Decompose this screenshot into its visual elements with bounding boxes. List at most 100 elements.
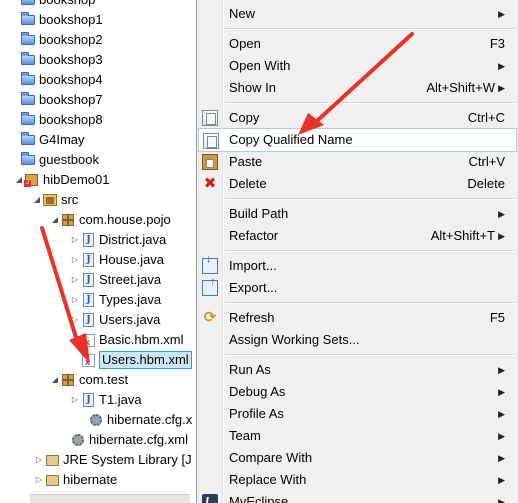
menu-item-label: Import... — [229, 258, 277, 273]
tree-item-street-java[interactable]: ▷ J Street.java — [70, 270, 161, 290]
menu-item-copy[interactable]: Copy Ctrl+C — [198, 107, 517, 129]
paste-icon — [202, 154, 218, 170]
tree-expand-toggle[interactable] — [10, 10, 20, 30]
expand-triangle-icon[interactable]: ▷ — [70, 290, 80, 310]
tree-item-bookshop[interactable]: bookshop — [10, 0, 95, 10]
submenu-arrow-icon: ▶ — [498, 431, 505, 441]
menu-item-shortcut: F3 — [489, 36, 505, 51]
collapse-triangle-icon[interactable]: ◢ — [50, 370, 60, 390]
expand-triangle-icon[interactable]: ▷ — [70, 230, 80, 250]
menu-item-label: Replace With — [229, 472, 307, 487]
menu-item-myeclipse[interactable]: MyEclipse ▶ — [198, 491, 517, 503]
tree-item-package-com-test[interactable]: ◢ com.test — [50, 370, 128, 390]
menu-item-profile-as[interactable]: Profile As ▶ — [198, 403, 517, 425]
tree-item-bookshop7[interactable]: bookshop7 — [10, 90, 103, 110]
tree-item-bookshop8[interactable]: bookshop8 — [10, 110, 103, 130]
tree-item-guestbook[interactable]: guestbook — [10, 150, 99, 170]
tree-item-label: District.java — [99, 232, 167, 247]
submenu-arrow-icon: ▶ — [498, 365, 505, 375]
menu-item-label: Open With — [229, 58, 291, 73]
horizontal-scrollbar[interactable] — [30, 494, 190, 503]
expand-triangle-icon[interactable]: ▷ — [70, 390, 80, 410]
tree-item-bookshop4[interactable]: bookshop4 — [10, 70, 103, 90]
tree-expand-toggle[interactable] — [10, 0, 20, 10]
expand-triangle-icon[interactable]: ▷ — [34, 450, 44, 470]
submenu-arrow-icon: ▶ — [498, 83, 505, 93]
menu-item-export[interactable]: Export... — [198, 271, 517, 299]
tree-item-users-java[interactable]: ▷ J Users.java — [70, 310, 160, 330]
menu-item-new[interactable]: New ▶ — [198, 3, 517, 25]
menu-item-assign-working-sets[interactable]: Assign Working Sets... — [198, 329, 517, 351]
menu-item-refactor[interactable]: Refactor Alt+Shift+T ▶ — [198, 225, 517, 247]
menu-item-open-with[interactable]: Open With ▶ — [198, 55, 517, 77]
menu-separator — [225, 302, 515, 304]
menu-item-show-in[interactable]: Show In Alt+Shift+W ▶ — [198, 77, 517, 99]
expand-triangle-icon[interactable]: ▷ — [70, 270, 80, 290]
tree-item-bookshop2[interactable]: bookshop2 — [10, 30, 103, 50]
tree-item-label: G4Imay — [39, 132, 85, 147]
tree-item-g4imay[interactable]: G4Imay — [10, 130, 85, 150]
context-menu: New ▶ Open F3 Open With ▶ Show In Alt+Sh… — [196, 0, 518, 503]
menu-item-label: Debug As — [229, 384, 286, 399]
menu-item-paste[interactable]: Paste Ctrl+V — [198, 151, 517, 173]
menu-item-delete[interactable]: ✖ Delete Delete — [198, 173, 517, 195]
tree-expand-toggle[interactable] — [10, 130, 20, 150]
tree-item-src[interactable]: ◢ src — [32, 190, 78, 210]
tree-item-label: bookshop8 — [39, 112, 103, 127]
menu-item-open[interactable]: Open F3 — [198, 33, 517, 55]
tree-item-label: bookshop2 — [39, 32, 103, 47]
tree-item-package-com-house-pojo[interactable]: ◢ com.house.pojo — [50, 210, 171, 230]
tree-item-jre-system-library[interactable]: ▷ JRE System Library [J — [34, 450, 192, 470]
tree-item-district-java[interactable]: ▷ J District.java — [70, 230, 166, 250]
tree-expand-toggle[interactable] — [10, 70, 20, 90]
tree-expand-toggle[interactable] — [10, 150, 20, 170]
tree-item-types-java[interactable]: ▷ J Types.java — [70, 290, 161, 310]
tree-item-hibdemo01[interactable]: ◢ J hibDemo01 — [14, 170, 110, 190]
collapse-triangle-icon[interactable]: ◢ — [50, 210, 60, 230]
menu-item-label: Export... — [229, 280, 278, 295]
tree-expand-toggle[interactable] — [10, 30, 20, 50]
tree-item-hibernate-cfg-x[interactable]: hibernate.cfg.x — [88, 410, 192, 430]
tree-item-hibernate[interactable]: ▷ hibernate — [34, 470, 117, 490]
menu-item-replace-with[interactable]: Replace With ▶ — [198, 469, 517, 491]
tree-item-label: hibernate.cfg.xml — [89, 432, 188, 447]
tree-item-house-java[interactable]: ▷ J House.java — [70, 250, 164, 270]
menu-item-run-as[interactable]: Run As ▶ — [198, 359, 517, 381]
menu-item-debug-as[interactable]: Debug As ▶ — [198, 381, 517, 403]
tree-item-label: bookshop3 — [39, 52, 103, 67]
tree-item-users-hbm-xml[interactable]: Users.hbm.xml — [80, 350, 192, 372]
menu-item-shortcut: F5 — [489, 310, 505, 325]
tree-item-label: Types.java — [99, 292, 162, 307]
expand-triangle-icon[interactable]: ▷ — [34, 470, 44, 490]
menu-item-build-path[interactable]: Build Path ▶ — [198, 203, 517, 225]
menu-item-refresh[interactable]: ⟳ Refresh F5 — [198, 307, 517, 329]
expand-triangle-icon[interactable]: ▷ — [70, 250, 80, 270]
expand-triangle-icon[interactable]: ▷ — [70, 310, 80, 330]
tree-item-label: bookshop4 — [39, 72, 103, 87]
tree-item-bookshop1[interactable]: bookshop1 — [10, 10, 103, 30]
tree-item-basic-hbm-xml[interactable]: Basic.hbm.xml — [80, 330, 184, 352]
tree-item-label: com.test — [79, 372, 129, 387]
menu-item-shortcut: Delete — [467, 176, 505, 191]
menu-item-label: Copy Qualified Name — [229, 132, 353, 147]
folder-icon — [20, 152, 36, 168]
menu-item-import[interactable]: Import... — [198, 248, 517, 277]
menu-item-label: Assign Working Sets... — [229, 332, 360, 347]
java-file-icon: J — [80, 272, 96, 288]
tree-item-bookshop3[interactable]: bookshop3 — [10, 50, 103, 70]
library-icon — [44, 452, 60, 468]
tree-item-t1-java[interactable]: ▷ J T1.java — [70, 390, 142, 410]
tree-item-label: T1.java — [99, 392, 142, 407]
tree-expand-toggle[interactable] — [10, 110, 20, 130]
tree-expand-toggle[interactable] — [10, 50, 20, 70]
tree-item-hibernate-cfg-xml[interactable]: hibernate.cfg.xml — [70, 430, 188, 450]
menu-item-compare-with[interactable]: Compare With ▶ — [198, 447, 517, 469]
menu-item-copy-qualified-name[interactable]: Copy Qualified Name — [198, 128, 517, 152]
tree-item-label: com.house.pojo — [79, 212, 171, 227]
collapse-triangle-icon[interactable]: ◢ — [14, 170, 24, 190]
collapse-triangle-icon[interactable]: ◢ — [32, 190, 42, 210]
submenu-arrow-icon: ▶ — [498, 209, 505, 219]
tree-expand-toggle[interactable] — [10, 90, 20, 110]
menu-item-team[interactable]: Team ▶ — [198, 425, 517, 447]
menu-separator — [225, 102, 515, 104]
